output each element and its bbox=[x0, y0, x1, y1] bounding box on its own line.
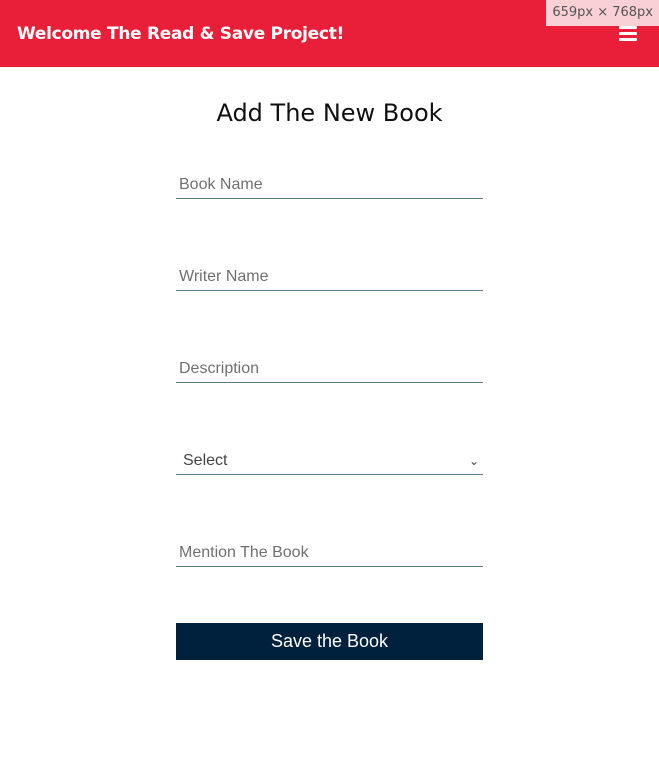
description-input[interactable] bbox=[176, 354, 483, 383]
size-overlay: 659px × 768px bbox=[546, 0, 659, 26]
add-book-form: Select ⌄ Save the Book bbox=[176, 170, 483, 660]
category-select[interactable]: Select bbox=[176, 446, 483, 475]
book-name-input[interactable] bbox=[176, 170, 483, 199]
page-title: Add The New Book bbox=[216, 99, 443, 127]
hamburger-icon[interactable] bbox=[619, 26, 637, 41]
writer-name-input[interactable] bbox=[176, 262, 483, 291]
category-select-wrap: Select ⌄ bbox=[176, 446, 483, 475]
save-book-button[interactable]: Save the Book bbox=[176, 623, 483, 660]
brand-title[interactable]: Welcome The Read & Save Project! bbox=[17, 24, 344, 44]
mention-book-input[interactable] bbox=[176, 538, 483, 567]
